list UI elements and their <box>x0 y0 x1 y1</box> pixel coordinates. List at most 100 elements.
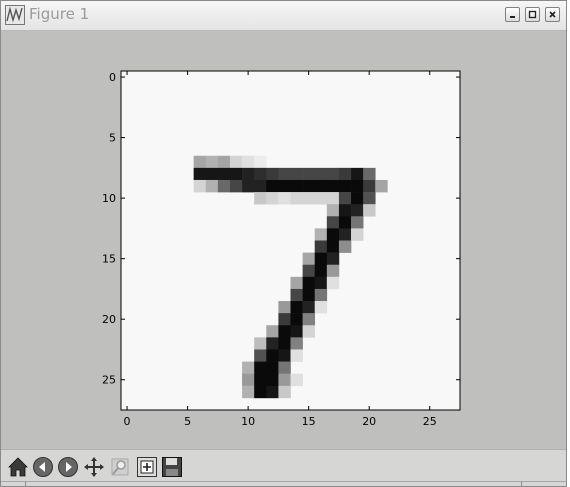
pixel-cell <box>193 167 207 181</box>
pixel-cell <box>266 373 279 387</box>
pixel-cell <box>278 313 291 326</box>
pixel-cell <box>266 192 279 205</box>
zoom-button[interactable] <box>109 456 131 478</box>
pixel-cell <box>205 155 219 169</box>
back-button[interactable] <box>32 456 54 478</box>
pixel-cell <box>278 385 291 399</box>
matplotlib-app-icon <box>5 5 25 25</box>
back-arrow-icon <box>33 457 53 477</box>
pixel-cell <box>217 179 231 193</box>
pixel-cell <box>351 228 364 241</box>
pixel-cell <box>254 349 267 362</box>
save-button[interactable] <box>161 456 183 478</box>
pixel-cell <box>266 349 279 362</box>
pixel-cell <box>314 228 328 241</box>
pixel-cell <box>302 192 316 205</box>
x-tick-label: 25 <box>423 415 437 428</box>
pixel-cell <box>302 276 316 290</box>
figure-canvas[interactable]: 0 5 10 15 20 25 0 5 10 15 20 25 <box>1 31 566 449</box>
subplots-icon <box>137 457 157 477</box>
pixel-cell <box>278 337 291 350</box>
pixel-cell <box>290 313 303 326</box>
y-tick-label: 15 <box>102 253 116 266</box>
figure-window: Figure 1 0 5 10 15 20 25 0 5 10 15 20 25 <box>0 0 567 487</box>
pixel-cell <box>363 179 376 193</box>
pixel-cell <box>338 216 352 229</box>
pixel-cell <box>254 179 267 193</box>
pixel-cell <box>242 155 255 169</box>
pixel-cell <box>290 337 303 350</box>
pixel-cell <box>278 373 291 387</box>
subplots-button[interactable] <box>136 456 158 478</box>
status-bar <box>1 481 566 486</box>
pixel-cell <box>193 179 207 193</box>
x-tick-label: 20 <box>362 415 376 428</box>
pixel-cell <box>326 167 340 181</box>
pixel-cell <box>302 301 316 314</box>
pixel-cell <box>266 325 279 338</box>
pixel-cell <box>290 301 303 314</box>
image-plot: 0 5 10 15 20 25 0 5 10 15 20 25 <box>102 70 461 428</box>
pixel-cell <box>254 373 267 387</box>
pixel-cell <box>266 167 279 181</box>
pixel-cell <box>351 179 364 193</box>
pixel-cell <box>254 337 267 350</box>
close-button[interactable] <box>545 7 560 22</box>
status-separator <box>521 482 522 486</box>
pixel-cell <box>314 192 328 205</box>
pixel-cell <box>242 167 255 181</box>
pixel-cell <box>363 192 376 205</box>
maximize-button[interactable] <box>525 7 540 22</box>
pixel-cell <box>338 167 352 181</box>
pan-button[interactable] <box>83 456 105 478</box>
pixel-cell <box>205 179 219 193</box>
pixel-cell <box>242 179 255 193</box>
window-title: Figure 1 <box>29 5 90 23</box>
zoom-icon <box>111 458 129 476</box>
pixel-cell <box>314 264 328 278</box>
status-separator <box>25 482 26 486</box>
pixel-cell <box>326 192 340 205</box>
title-bar[interactable]: Figure 1 <box>1 1 566 31</box>
pixel-cell <box>278 192 291 205</box>
pixel-cell <box>302 252 316 266</box>
pixel-cell <box>314 167 328 181</box>
minimize-icon <box>510 16 515 18</box>
pixel-cell <box>205 167 219 181</box>
pixel-cell <box>290 179 303 193</box>
pixel-cell <box>326 228 340 241</box>
y-tick-label: 25 <box>102 374 116 387</box>
pixel-cell <box>254 361 267 374</box>
pixel-cell <box>290 349 303 362</box>
pixel-cell <box>338 192 352 205</box>
pixel-cell <box>338 240 352 253</box>
maximize-icon <box>528 10 537 19</box>
pixel-cell <box>363 204 376 217</box>
minimize-button[interactable] <box>505 7 520 22</box>
pixel-cell <box>229 179 243 193</box>
pixel-cell <box>193 155 207 169</box>
pixel-cell <box>266 361 279 374</box>
pixel-cell <box>290 167 303 181</box>
close-icon <box>549 11 556 18</box>
pixel-cell <box>351 192 364 205</box>
forward-arrow-icon <box>58 457 78 477</box>
pixel-cell <box>217 155 231 169</box>
home-button[interactable] <box>7 456 29 478</box>
pixel-cell <box>254 167 267 181</box>
forward-button[interactable] <box>57 456 79 478</box>
x-tick-label: 10 <box>241 415 255 428</box>
pixel-cell <box>351 216 364 229</box>
pixel-cell <box>326 179 340 193</box>
pan-icon <box>84 457 104 477</box>
pixel-cell <box>290 288 303 302</box>
pixel-cell <box>314 301 328 314</box>
pixel-cell <box>326 240 340 253</box>
x-tick-label: 0 <box>124 415 131 428</box>
y-tick-label: 0 <box>109 71 116 84</box>
pixel-cell <box>266 337 279 350</box>
pixel-cell <box>242 385 255 399</box>
pixel-cell <box>266 179 279 193</box>
pixel-cell <box>290 325 303 338</box>
pixel-cell <box>326 264 340 278</box>
